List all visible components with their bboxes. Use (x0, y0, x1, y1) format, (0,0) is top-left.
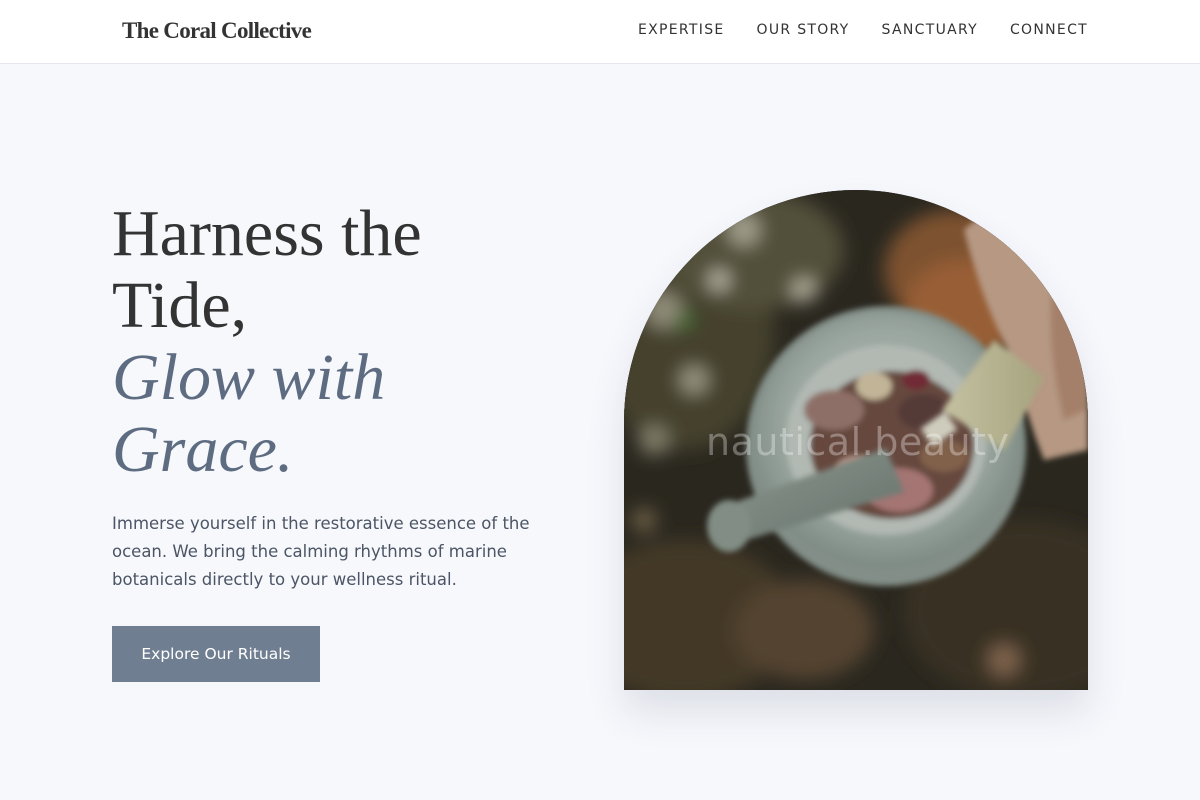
image-watermark-text: nautical.beauty (706, 420, 1010, 464)
hero-heading-line-2: Tide, (112, 269, 248, 342)
main-nav: EXPERTISE OUR STORY SANCTUARY CONNECT (638, 22, 1088, 38)
hero-heading: Harness the Tide, Glow with Grace. (112, 198, 582, 486)
hero-heading-accent-line-1: Glow with (112, 341, 386, 414)
nav-link-sanctuary[interactable]: SANCTUARY (882, 22, 978, 38)
explore-rituals-button[interactable]: Explore Our Rituals (112, 626, 320, 682)
hero-heading-line-1: Harness the (112, 197, 422, 270)
nav-link-our-story[interactable]: OUR STORY (757, 22, 850, 38)
brand-logo[interactable]: The Coral Collective (122, 18, 312, 44)
hero-description: Immerse yourself in the restorative esse… (112, 514, 530, 589)
site-header: The Coral Collective EXPERTISE OUR STORY… (0, 0, 1200, 64)
hero-heading-accent-line-2: Grace. (112, 413, 294, 486)
nav-link-expertise[interactable]: EXPERTISE (638, 22, 725, 38)
nav-link-connect[interactable]: CONNECT (1010, 22, 1088, 38)
